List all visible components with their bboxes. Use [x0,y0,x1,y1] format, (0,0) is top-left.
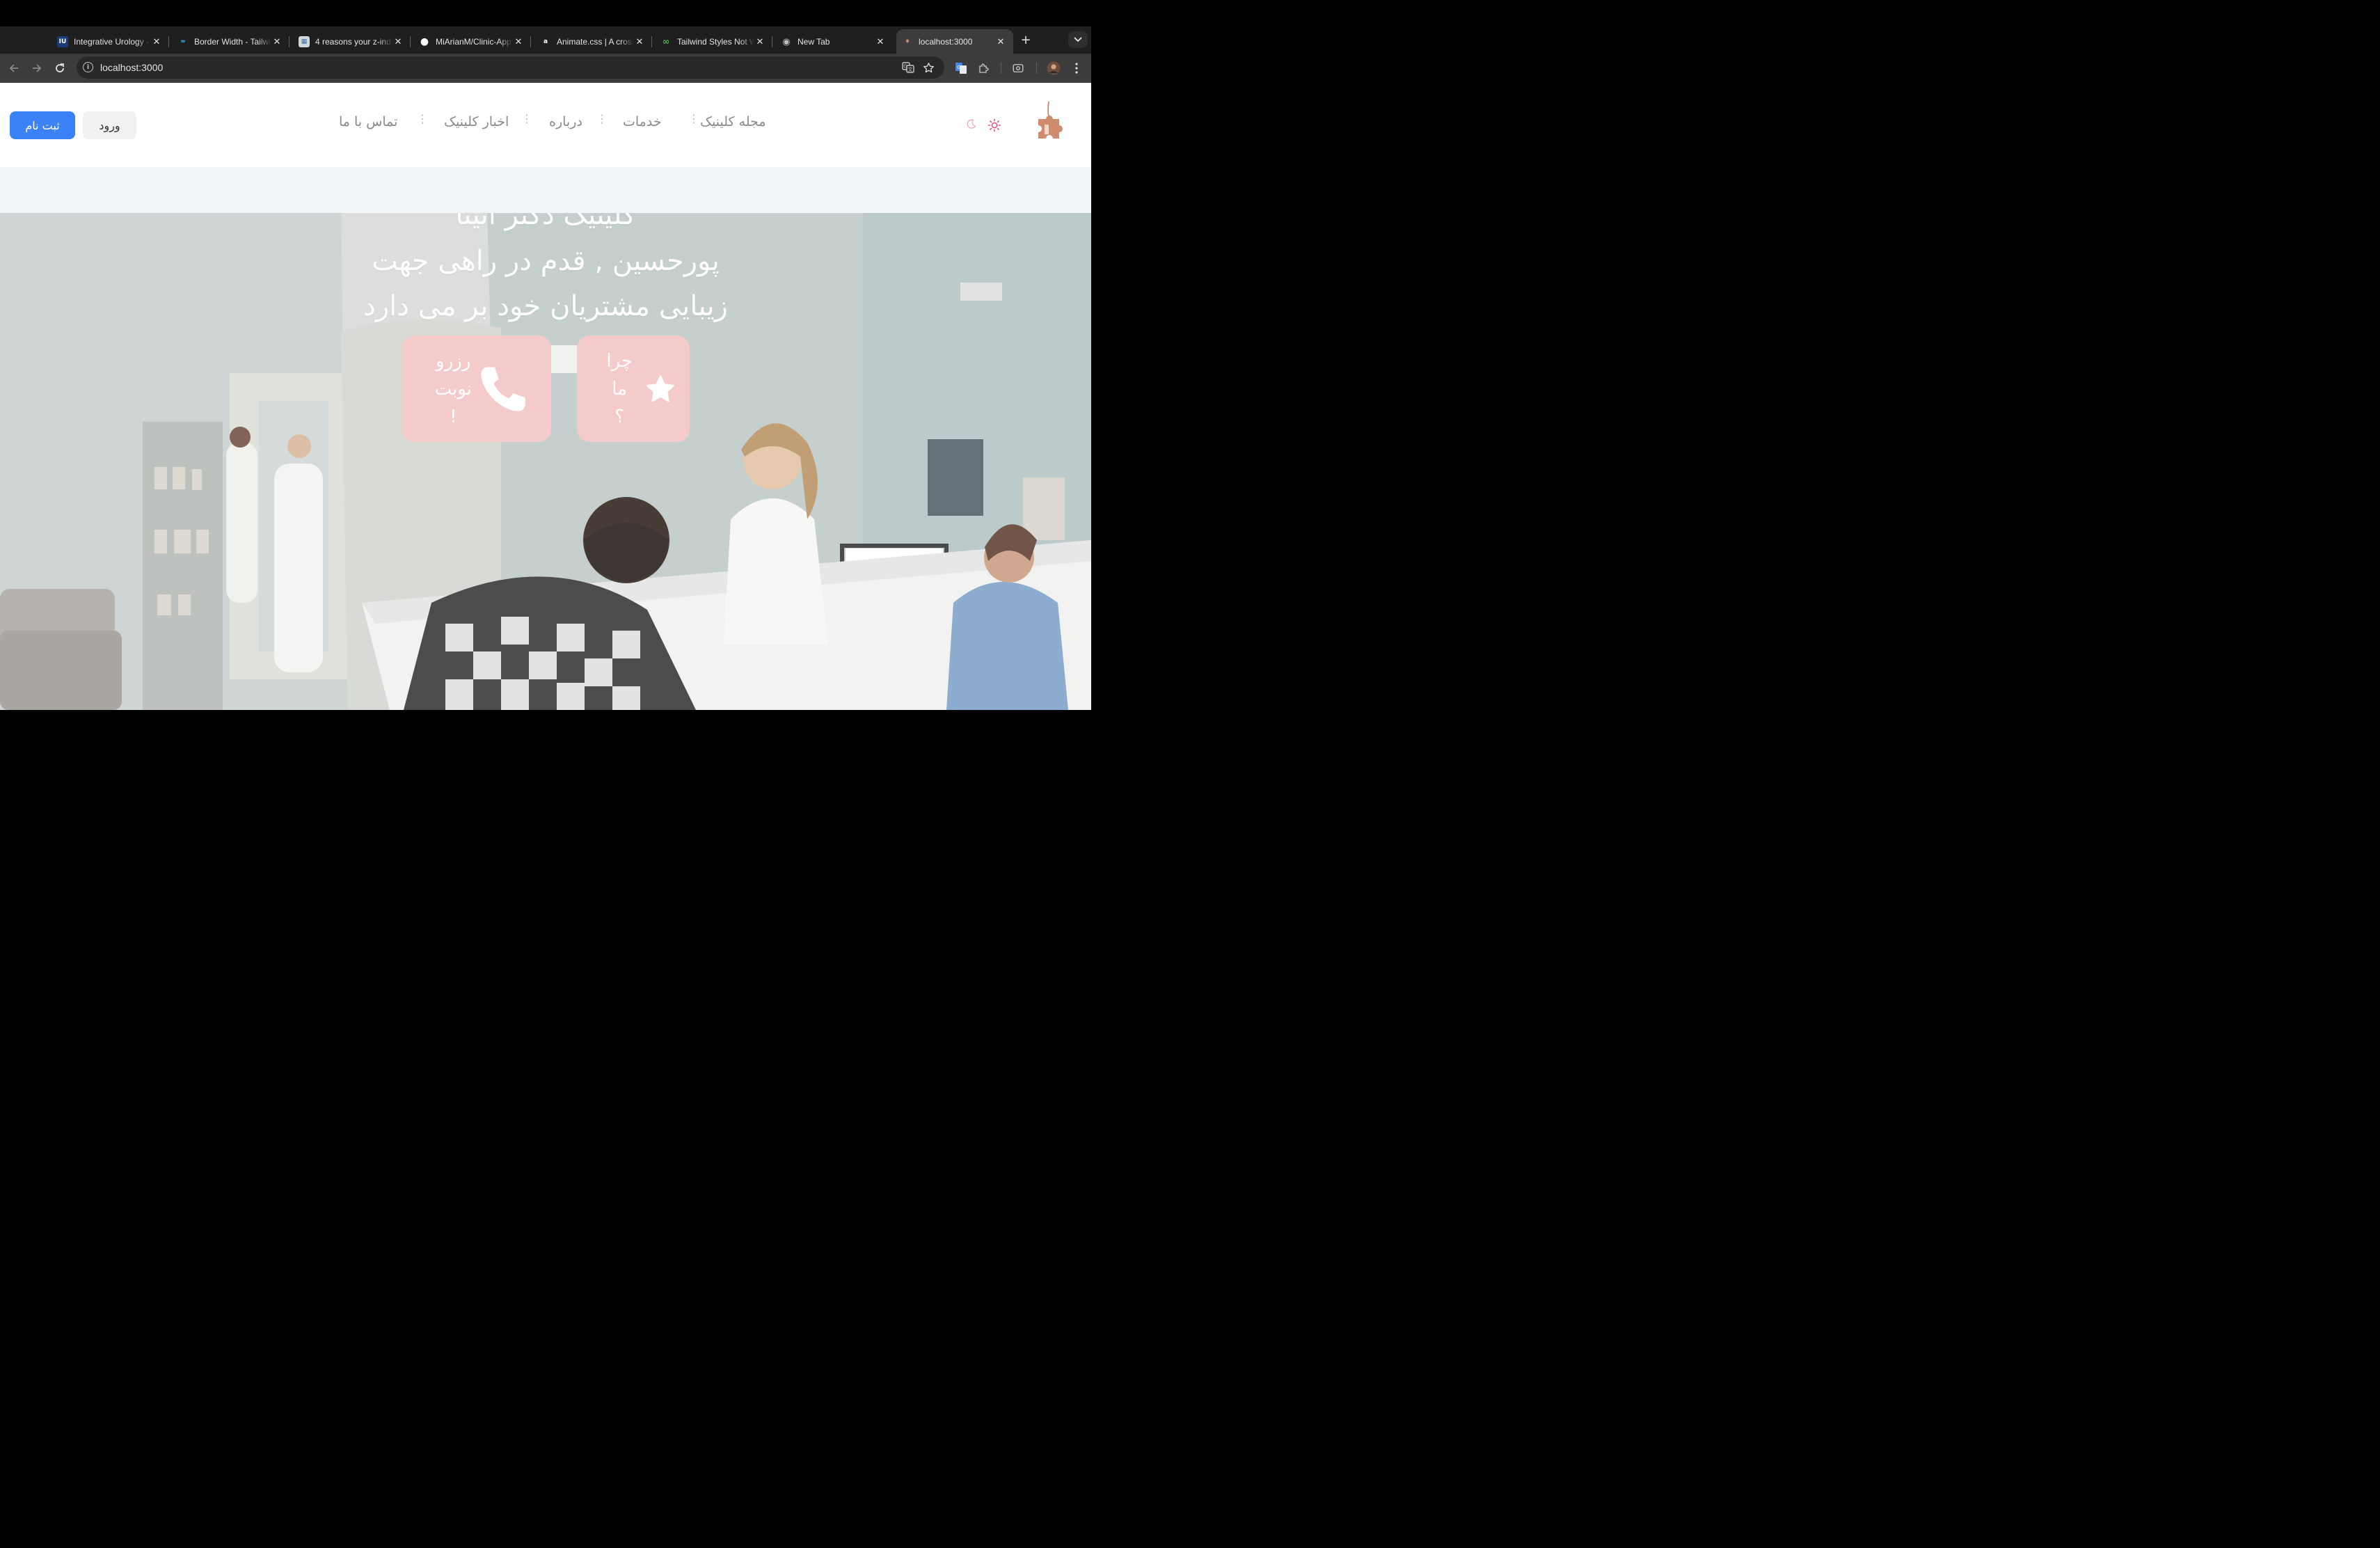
clinic-favicon-icon: ♦ [904,38,911,45]
tab-title: localhost:3000 [919,37,973,47]
tab-title: Integrative Urology - [74,37,150,47]
tab-title: Animate.css | A cross-browser library [557,37,634,47]
close-icon[interactable]: ✕ [634,36,645,47]
login-button[interactable]: ورود [83,111,136,139]
screen-capture-icon[interactable] [1010,61,1026,76]
arrow-right-icon [33,64,42,72]
tab-new-tab[interactable]: ◉ New Tab ✕ [775,29,893,54]
tab-favicon-icon: ▦ [299,36,310,47]
browser-toolbar: i localhost:3000 文G G [0,54,1091,83]
book-appointment-label: رزرو نوبت ! [434,350,472,427]
tab-favicon-icon: IU [57,36,68,47]
address-bar[interactable]: i localhost:3000 文G [77,56,944,79]
translate-icon[interactable]: 文G [902,61,914,74]
signup-button[interactable]: ثبت نام [10,111,75,139]
tab-strip: IU Integrative Urology - ✕ ≈ Border Widt… [0,26,1091,54]
why-us-label: چرا ما ؟ [606,350,633,427]
tab-integrative-urology[interactable]: IU Integrative Urology - ✕ [51,29,169,54]
tab-title: MiArianM/Clinic-App [436,37,511,47]
hero-title-line-2: پورحسین , قدم در راهی جهت [372,245,720,277]
forward-button[interactable] [29,60,45,77]
moon-icon[interactable] [966,118,977,129]
back-button[interactable] [6,60,22,77]
arrow-left-icon [9,64,18,72]
github-icon: ● [420,36,429,47]
clinic-logo[interactable] [1034,100,1069,141]
book-appointment-card[interactable]: رزرو نوبت ! [402,335,551,442]
tab-title: Border Width - Tailwind CSS [194,37,271,47]
tab-border-width[interactable]: ≈ Border Width - Tailwind CSS ✕ [172,29,289,54]
close-icon[interactable]: ✕ [995,36,1006,47]
hero-title-line-1: کلینیک دکتر آنیتا [455,213,636,231]
animate-favicon-icon: a [543,38,548,45]
kebab-menu-icon[interactable] [1069,61,1084,76]
bookmark-star-icon[interactable] [922,61,935,74]
nav-separator: ⋮ [596,112,608,125]
site-header: ثبت نام ورود تماس با ما ⋮ اخبار کلینیک ⋮… [0,83,1091,167]
tab-localhost[interactable]: ♦ localhost:3000 ✕ [896,29,1013,54]
nav-separator: ⋮ [521,112,532,125]
svg-text:文: 文 [908,66,913,72]
tab-title: 4 reasons your z-index isn't working [315,37,392,47]
tab-title: New Tab [798,37,830,47]
page-viewport: ثبت نام ورود تماس با ما ⋮ اخبار کلینیک ⋮… [0,83,1091,710]
reload-icon [56,63,64,72]
star-icon [646,374,674,402]
url-text[interactable]: localhost:3000 [100,62,163,73]
phone-icon [481,366,525,411]
tab-github-clinic-app[interactable]: ● MiArianM/Clinic-App ✕ [413,29,531,54]
close-icon[interactable]: ✕ [271,36,283,47]
tailwind-favicon-icon: ≈ [180,38,186,45]
nav-separator: ⋮ [417,112,428,125]
nav-clinic-magazine[interactable]: مجله کلینیک [700,114,766,132]
google-translate-extension-icon[interactable]: G [953,61,969,76]
clinic-reception-photo [0,213,1091,710]
close-icon[interactable]: ✕ [875,36,886,47]
reload-button[interactable] [51,60,68,77]
nav-services[interactable]: خدمات [623,114,662,132]
os-menu-bar [0,0,1091,26]
svg-text:G: G [903,64,907,70]
hero-section: کلینیک دکتر آنیتا پورحسین , قدم در راهی … [0,213,1091,710]
chrome-icon: ◉ [782,36,791,47]
nav-about[interactable]: درباره [549,114,582,132]
extensions-puzzle-icon[interactable] [976,61,992,76]
tab-animate-css[interactable]: a Animate.css | A cross-browser library … [534,29,652,54]
close-icon[interactable]: ✕ [151,36,162,47]
close-icon[interactable]: ✕ [392,36,404,47]
nav-contact-us[interactable]: تماس با ما [339,114,397,132]
tab-search-button[interactable] [1068,31,1088,48]
tab-title: Tailwind Styles Not Working [677,37,754,47]
tab-favicon-icon: ∞ [662,36,670,47]
site-info-icon[interactable]: i [83,62,93,72]
hero-title-line-3: زیبایی مشتریان خود بر می دارد [363,290,728,322]
new-tab-button[interactable]: + [1018,32,1033,47]
sun-icon[interactable] [987,118,1001,132]
tab-z-index[interactable]: ▦ 4 reasons your z-index isn't working ✕ [293,29,411,54]
svg-text:G: G [957,65,960,70]
profile-avatar[interactable] [1046,61,1061,76]
why-us-card[interactable]: چرا ما ؟ [577,335,690,442]
close-icon[interactable]: ✕ [513,36,524,47]
nav-separator: ⋮ [688,112,699,125]
close-icon[interactable]: ✕ [754,36,765,47]
toolbar-divider [1036,63,1037,74]
chevron-down-icon [1074,37,1082,42]
tab-tailwind-styles[interactable]: ∞ Tailwind Styles Not Working ✕ [655,29,772,54]
nav-clinic-news[interactable]: اخبار کلینیک [444,114,509,132]
